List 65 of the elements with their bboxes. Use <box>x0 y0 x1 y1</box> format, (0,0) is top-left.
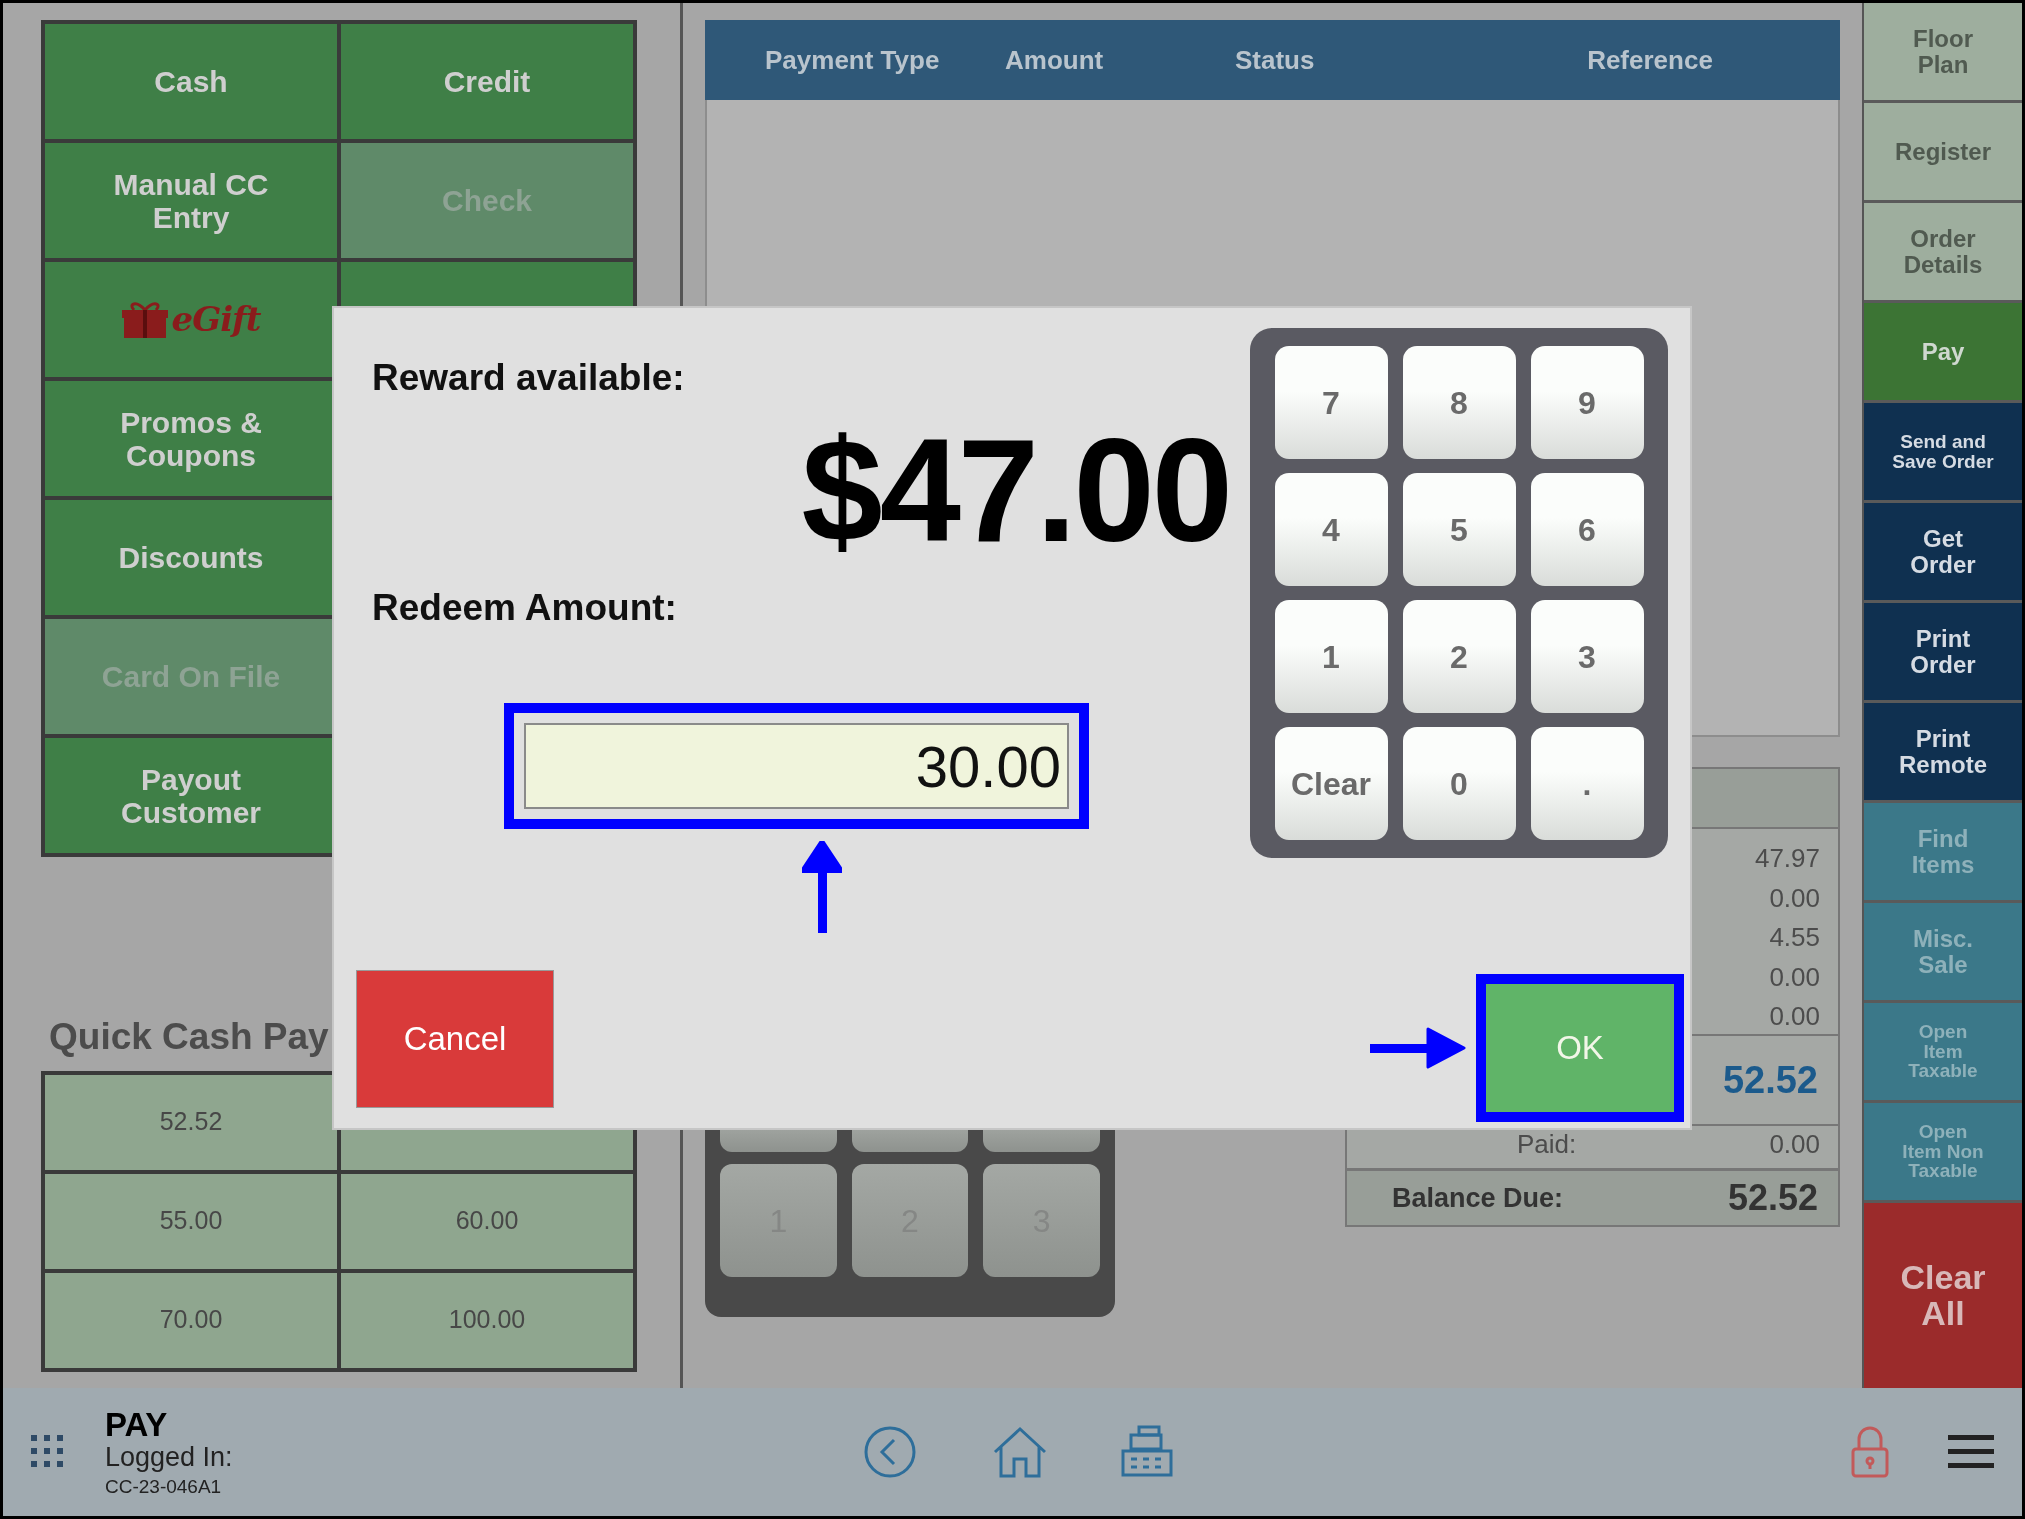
nav-button[interactable]: Misc. Sale <box>1864 903 2022 1003</box>
keypad-key[interactable]: 4 <box>1274 473 1388 586</box>
balance-label: Balance Due: <box>1392 1181 1564 1215</box>
payment-button[interactable]: Cash <box>43 22 339 141</box>
keypad-key[interactable]: 9 <box>1530 346 1644 459</box>
total-value: 4.55 <box>1768 921 1820 955</box>
paid-value: 0.00 <box>1769 1128 1820 1161</box>
nav-button[interactable]: Register <box>1864 103 2022 203</box>
nav-button[interactable]: Print Remote <box>1864 703 2022 803</box>
keypad-key[interactable]: 1 <box>1274 600 1388 713</box>
keypad-key[interactable]: 2 <box>1402 600 1516 713</box>
nav-button[interactable]: Open Item Taxable <box>1864 1003 2022 1103</box>
nav-button[interactable]: Clear All <box>1864 1203 2022 1388</box>
keypad-key[interactable]: 0 <box>1402 727 1516 840</box>
ok-button[interactable]: OK <box>1486 984 1674 1112</box>
payment-button[interactable]: Credit <box>339 22 635 141</box>
nav-button[interactable]: Order Details <box>1864 203 2022 303</box>
apps-grid-icon[interactable] <box>31 1435 65 1469</box>
gift-icon <box>121 299 168 340</box>
nav-button[interactable]: Send and Save Order <box>1864 403 2022 503</box>
nav-button[interactable]: Find Items <box>1864 803 2022 903</box>
column-header: Amount <box>1005 43 1105 77</box>
keypad-key[interactable]: Clear <box>1274 727 1388 840</box>
payment-button[interactable]: eGift <box>43 260 339 379</box>
menu-icon[interactable] <box>1948 1435 1994 1469</box>
screen-title: PAY <box>105 1406 169 1443</box>
total-value: 0.00 <box>1768 881 1820 915</box>
nav-button[interactable]: Get Order <box>1864 503 2022 603</box>
back-icon[interactable] <box>862 1425 917 1479</box>
quick-cash-button[interactable]: 100.00 <box>339 1270 635 1370</box>
quick-cash-button[interactable]: 60.00 <box>339 1171 635 1271</box>
section-title: Quick Cash Pay <box>49 1015 329 1059</box>
keypad-key[interactable]: 5 <box>1402 473 1516 586</box>
logged-in-label: Logged In: <box>105 1442 233 1473</box>
nav-button[interactable]: Print Order <box>1864 603 2022 703</box>
reward-label: Reward available: <box>372 356 686 400</box>
quick-cash-button[interactable]: 70.00 <box>43 1270 339 1370</box>
total-value: 0.00 <box>1768 1000 1820 1034</box>
order-total: 52.52 <box>1722 1057 1818 1103</box>
total-value: 47.97 <box>1753 842 1820 876</box>
quick-cash-button[interactable]: 52.52 <box>43 1072 339 1172</box>
redeem-label: Redeem Amount: <box>372 585 678 630</box>
nav-button[interactable]: Pay <box>1864 303 2022 403</box>
keypad-key[interactable]: 8 <box>1402 346 1516 459</box>
keypad-key[interactable]: 6 <box>1530 473 1644 586</box>
column-header: Reference <box>1586 43 1714 77</box>
column-header: Payment Type <box>764 43 941 77</box>
user-id: CC-23-046A1 <box>105 1476 223 1498</box>
column-header: Status <box>1235 43 1316 77</box>
paid-label: Paid: <box>1517 1128 1577 1161</box>
arrow-icon <box>1370 1027 1466 1069</box>
nav-button[interactable]: Floor Plan <box>1864 3 2022 103</box>
keypad-key[interactable]: . <box>1530 727 1644 840</box>
balance-value: 52.52 <box>1727 1176 1818 1220</box>
redeem-amount-field[interactable]: 30.00 <box>524 723 1069 809</box>
payment-button[interactable]: Manual CC Entry <box>43 141 339 260</box>
nav-button[interactable]: Open Item Non Taxable <box>1864 1103 2022 1203</box>
lock-icon[interactable] <box>1850 1425 1890 1479</box>
cancel-button[interactable]: Cancel <box>356 970 554 1108</box>
quick-cash-button[interactable]: 55.00 <box>43 1171 339 1271</box>
keypad-key[interactable]: 3 <box>1530 600 1644 713</box>
reward-amount: $47.00 <box>801 417 1230 564</box>
arrow-icon <box>802 841 842 933</box>
total-value: 0.00 <box>1768 960 1820 994</box>
keypad-key[interactable]: 7 <box>1274 346 1388 459</box>
